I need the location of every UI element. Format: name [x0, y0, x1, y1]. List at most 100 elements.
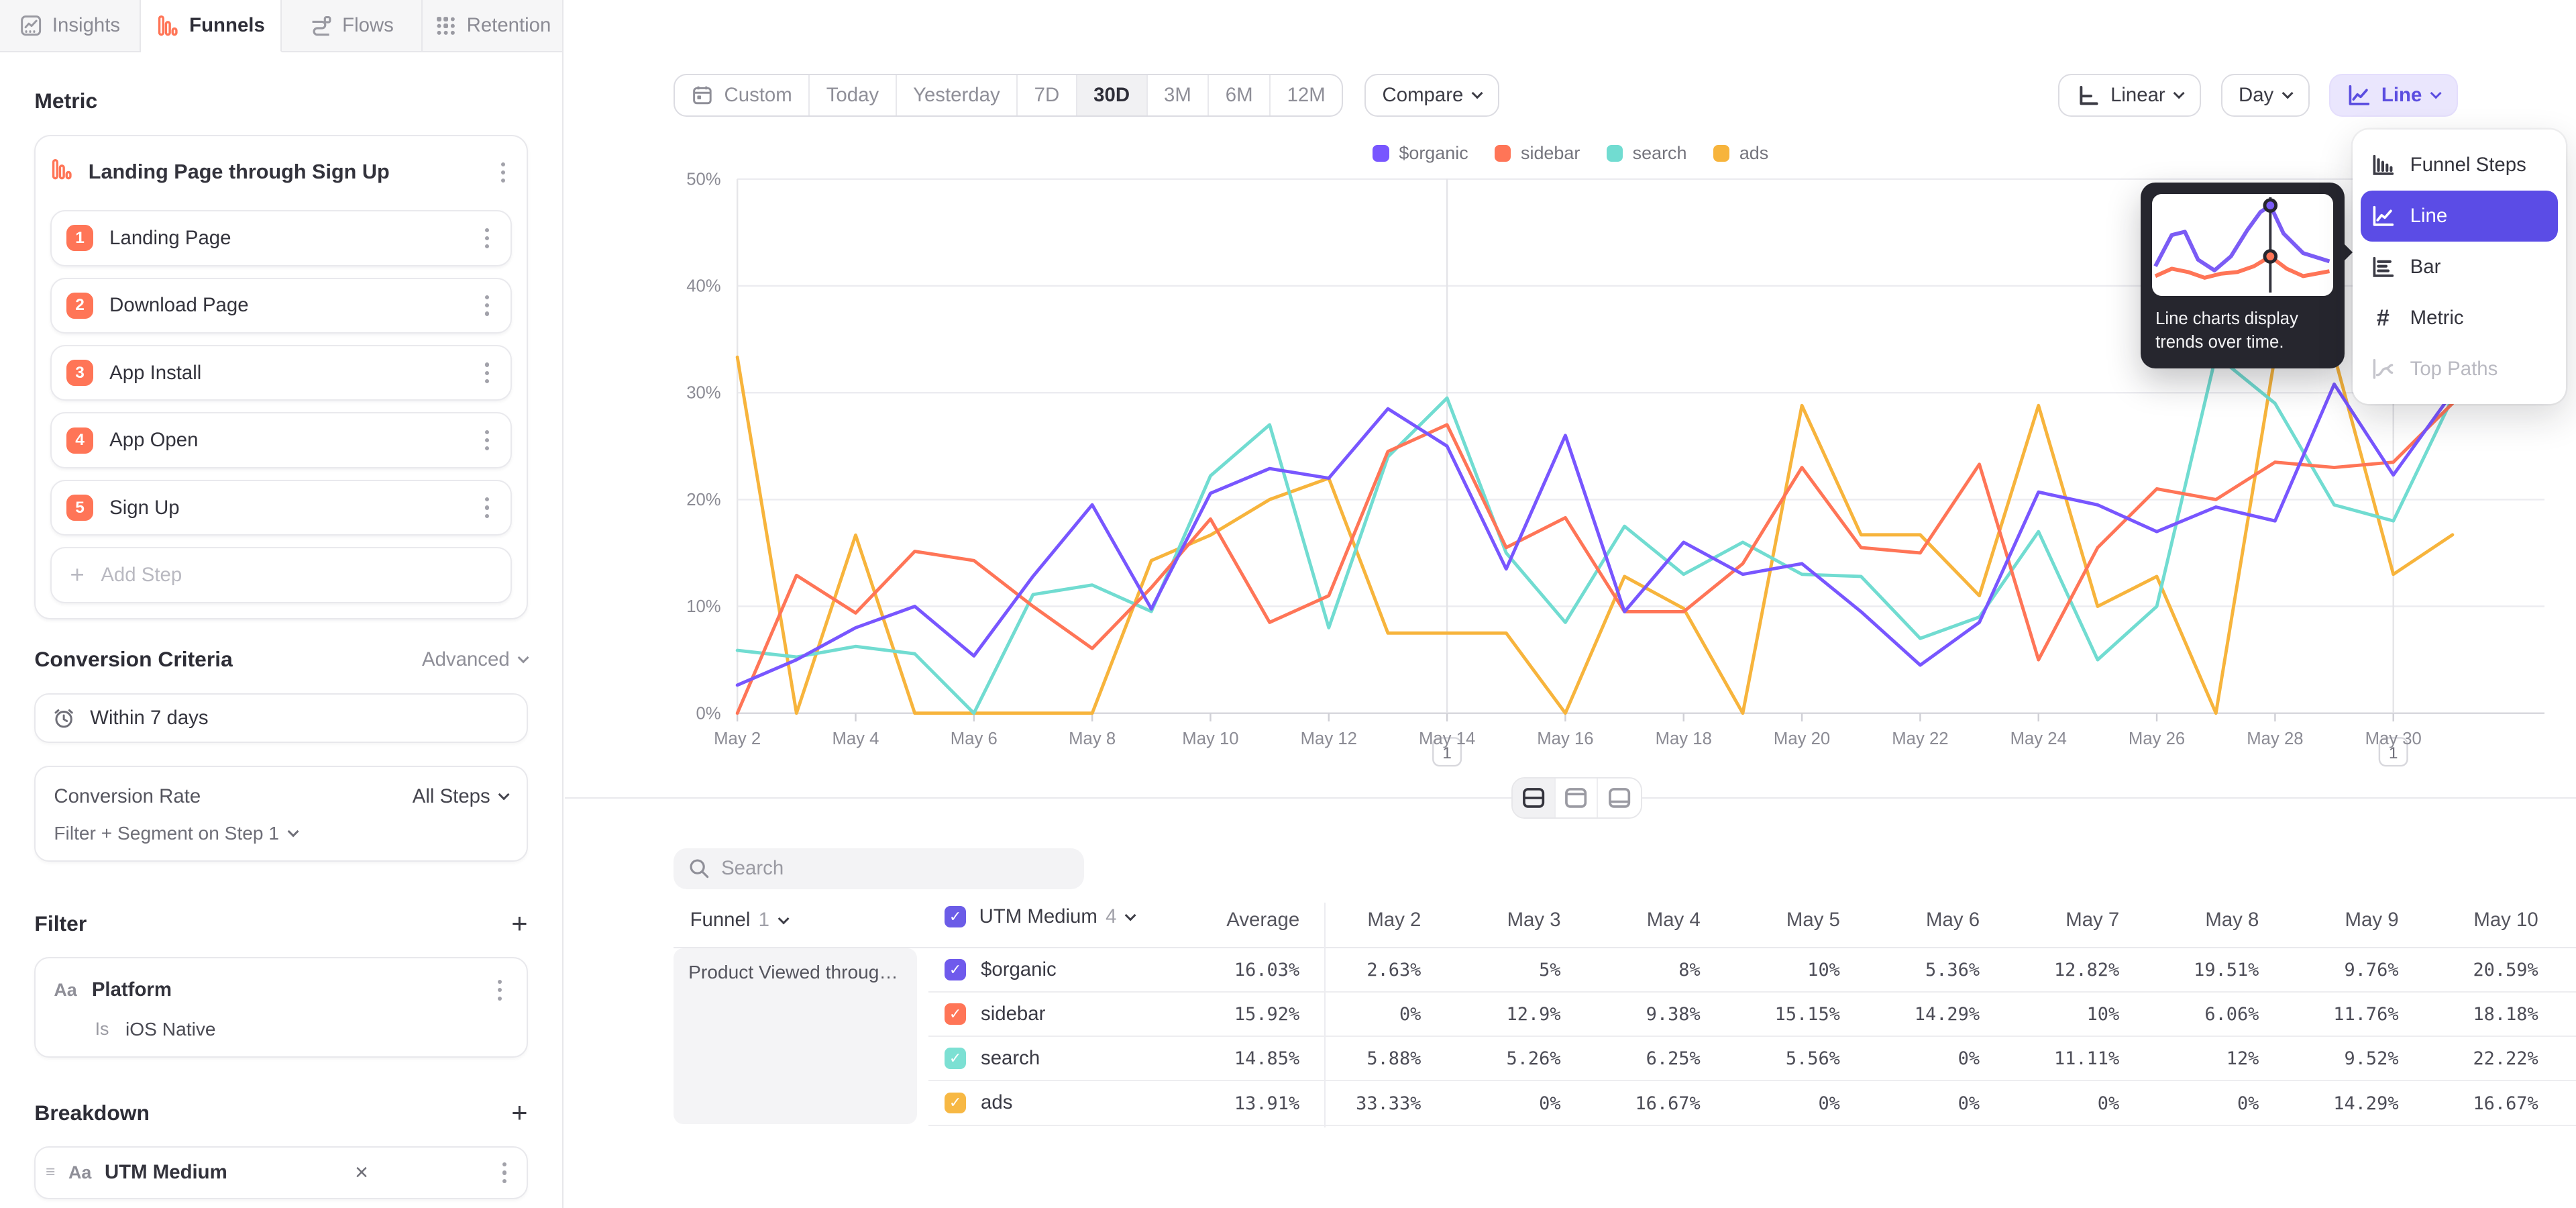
legend-item[interactable]: $organic — [1373, 143, 1468, 164]
chevron-down-icon — [498, 789, 510, 801]
series-name: search — [981, 1047, 1040, 1070]
menu-item-label: Funnel Steps — [2410, 154, 2526, 177]
breakdown-column-dropdown[interactable]: ✓ UTM Medium4 — [945, 905, 1134, 928]
split-view-toggle[interactable] — [1513, 778, 1556, 817]
cell-value: 16.67% — [1635, 1093, 1700, 1114]
column-header[interactable]: May 8 — [2205, 909, 2259, 932]
plus-icon: + — [70, 561, 84, 589]
tab-label: Funnels — [189, 14, 265, 37]
kebab-icon[interactable] — [491, 975, 508, 1005]
filter-operator[interactable]: Is — [95, 1019, 109, 1040]
advanced-dropdown[interactable]: Advanced — [422, 648, 528, 671]
add-breakdown-button[interactable]: + — [511, 1099, 527, 1127]
range-custom[interactable]: Custom — [675, 75, 810, 115]
column-header[interactable]: May 9 — [2345, 909, 2399, 932]
compare-button[interactable]: Compare — [1364, 74, 1499, 117]
tab-retention[interactable]: Retention — [423, 0, 562, 52]
column-header[interactable]: May 6 — [1926, 909, 1980, 932]
cell-value: 5% — [1539, 960, 1560, 980]
chart-controls: CustomTodayYesterday7D30D3M6M12M Compare… — [674, 74, 2458, 117]
remove-breakdown-icon[interactable]: × — [355, 1161, 368, 1184]
step-label: App Install — [109, 362, 201, 385]
range-yesterday[interactable]: Yesterday — [897, 75, 1018, 115]
table-only-view-toggle[interactable] — [1598, 778, 1641, 817]
tab-flows[interactable]: Flows — [282, 0, 423, 52]
interval-dropdown[interactable]: Day — [2221, 74, 2310, 117]
range-today[interactable]: Today — [810, 75, 896, 115]
cell-value: 5.56% — [1786, 1048, 1840, 1069]
funnel-step[interactable]: 2Download Page — [50, 278, 511, 334]
funnel-step[interactable]: 4App Open — [50, 412, 511, 468]
column-header[interactable]: May 7 — [2065, 909, 2119, 932]
add-step-button[interactable]: + Add Step — [50, 547, 511, 603]
cell-value: 0% — [1958, 1093, 1980, 1114]
menu-item-label: Bar — [2410, 256, 2441, 279]
kebab-icon[interactable] — [478, 358, 496, 388]
funnel-step[interactable]: 3App Install — [50, 345, 511, 401]
chevron-down-icon — [2282, 88, 2293, 99]
column-header[interactable]: May 4 — [1647, 909, 1701, 932]
range-6m[interactable]: 6M — [1209, 75, 1271, 115]
breakdown-property-name[interactable]: UTM Medium — [105, 1161, 227, 1184]
filter-value[interactable]: iOS Native — [125, 1019, 216, 1040]
checkbox-checked[interactable]: ✓ — [945, 1093, 966, 1114]
chart-type-dropdown[interactable]: Line — [2329, 74, 2458, 117]
cell-value: 5.88% — [1366, 1048, 1421, 1069]
column-header[interactable]: Average — [1226, 909, 1299, 932]
range-3m[interactable]: 3M — [1148, 75, 1210, 115]
column-header[interactable]: May 3 — [1507, 909, 1561, 932]
string-type-icon: Aa — [54, 980, 76, 1001]
add-filter-button[interactable]: + — [511, 909, 527, 938]
all-steps-dropdown[interactable]: All Steps — [413, 785, 508, 808]
scale-dropdown[interactable]: Linear — [2058, 74, 2201, 117]
column-header[interactable]: May 5 — [1786, 909, 1840, 932]
cell-value: 12% — [2226, 1048, 2259, 1069]
range-7d[interactable]: 7D — [1018, 75, 1077, 115]
kebab-icon[interactable] — [478, 223, 496, 253]
legend-item[interactable]: sidebar — [1495, 143, 1580, 164]
kebab-icon[interactable] — [478, 425, 496, 455]
kebab-icon[interactable] — [478, 493, 496, 523]
checkbox-checked[interactable]: ✓ — [945, 906, 966, 927]
menu-item-bar[interactable]: Bar — [2353, 242, 2566, 293]
checkbox-checked[interactable]: ✓ — [945, 1003, 966, 1025]
range-30d[interactable]: 30D — [1077, 75, 1148, 115]
filter-segment-dropdown[interactable]: Filter + Segment on Step 1 — [54, 823, 508, 844]
kebab-icon[interactable] — [494, 157, 512, 187]
legend-item[interactable]: search — [1607, 143, 1687, 164]
tab-funnels[interactable]: Funnels — [141, 0, 282, 52]
series-line-$organic — [738, 385, 2453, 685]
chart-only-view-toggle[interactable] — [1556, 778, 1599, 817]
menu-item-metric[interactable]: #Metric — [2353, 293, 2566, 344]
series-name: sidebar — [981, 1003, 1045, 1025]
funnel-step[interactable]: 5Sign Up — [50, 480, 511, 536]
table-row: ✓search14.85%5.88%5.26%6.25%5.56%0%11.11… — [928, 1037, 2576, 1081]
tab-insights[interactable]: Insights — [0, 0, 141, 52]
cell-value: 9.76% — [2345, 960, 2399, 980]
chart-legend: $organic sidebar search ads — [565, 143, 2576, 164]
kebab-icon[interactable] — [478, 291, 496, 321]
cell-value: 14.85% — [1234, 1048, 1299, 1069]
filter-property-name[interactable]: Platform — [92, 978, 172, 1001]
breakdown-card: ≡ Aa UTM Medium × — [34, 1146, 527, 1199]
conversion-window-button[interactable]: Within 7 days — [34, 693, 527, 742]
kebab-icon[interactable] — [496, 1158, 513, 1188]
checkbox-checked[interactable]: ✓ — [945, 1048, 966, 1069]
column-header[interactable]: May 2 — [1367, 909, 1421, 932]
menu-item-line[interactable]: Line — [2361, 191, 2558, 242]
funnel-step[interactable]: 1Landing Page — [50, 210, 511, 266]
cell-value: 0% — [1958, 1048, 1980, 1069]
chevron-down-icon — [777, 913, 789, 924]
x-axis-label: May 28 — [2247, 729, 2304, 748]
legend-item[interactable]: ads — [1713, 143, 1769, 164]
column-header[interactable]: May 10 — [2473, 909, 2538, 932]
range-12m[interactable]: 12M — [1271, 75, 1342, 115]
search-input[interactable] — [721, 857, 1069, 880]
funnel-steps-list: 1Landing Page 2Download Page 3App Install 4… — [50, 210, 511, 536]
funnel-steps-icon — [2371, 154, 2396, 177]
metric-card-header[interactable]: Landing Page through Sign Up — [50, 151, 511, 194]
menu-item-funnel-steps[interactable]: Funnel Steps — [2353, 140, 2566, 191]
drag-handle-icon[interactable]: ≡ — [46, 1163, 55, 1182]
checkbox-checked[interactable]: ✓ — [945, 959, 966, 980]
funnel-column-dropdown[interactable]: Funnel1 — [690, 909, 788, 932]
